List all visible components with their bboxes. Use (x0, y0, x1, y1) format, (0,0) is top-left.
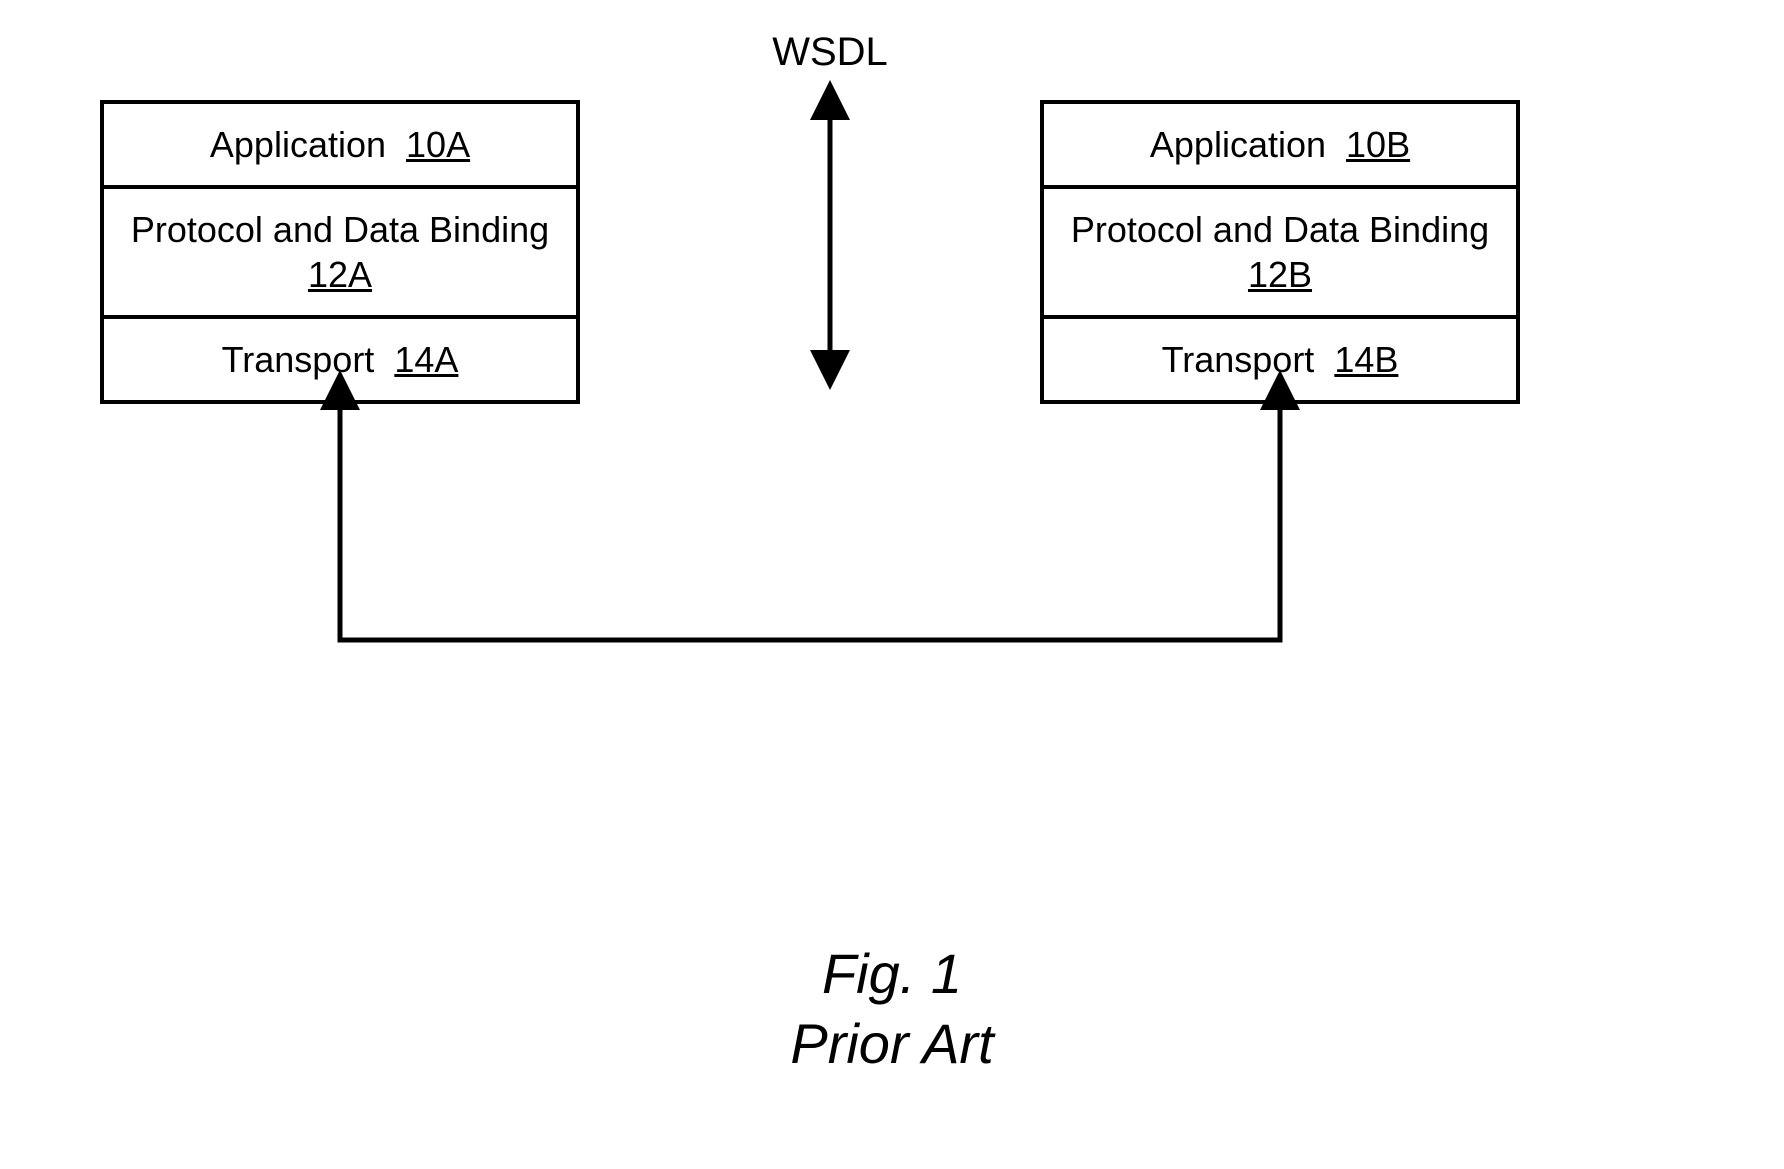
left-application-cell: Application 10A (104, 104, 576, 189)
right-transport-cell: Transport 14B (1044, 319, 1516, 400)
right-binding-cell: Protocol and Data Binding12B (1044, 189, 1516, 319)
right-transport-label: Transport (1162, 339, 1315, 380)
figure-subtitle: Prior Art (0, 1010, 1784, 1077)
left-stack: Application 10A Protocol and Data Bindin… (100, 100, 580, 404)
left-application-label: Application (210, 124, 386, 165)
left-transport-ref: 14A (394, 339, 458, 380)
left-transport-label: Transport (222, 339, 375, 380)
right-application-cell: Application 10B (1044, 104, 1516, 189)
right-application-ref: 10B (1346, 124, 1410, 165)
right-binding-ref: 12B (1248, 254, 1312, 295)
left-binding-ref: 12A (308, 254, 372, 295)
right-stack: Application 10B Protocol and Data Bindin… (1040, 100, 1520, 404)
right-transport-ref: 14B (1334, 339, 1398, 380)
left-binding-cell: Protocol and Data Binding12A (104, 189, 576, 319)
figure-number: Fig. 1 (0, 940, 1784, 1007)
right-binding-label: Protocol and Data Binding (1071, 209, 1489, 250)
transport-connector (340, 390, 1280, 640)
left-binding-label: Protocol and Data Binding (131, 209, 549, 250)
left-transport-cell: Transport 14A (104, 319, 576, 400)
right-application-label: Application (1150, 124, 1326, 165)
left-application-ref: 10A (406, 124, 470, 165)
wsdl-label: WSDL (680, 30, 980, 75)
